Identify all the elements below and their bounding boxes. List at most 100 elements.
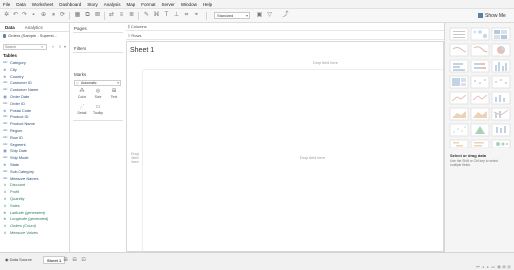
field-city[interactable]: ⊕ City	[3, 67, 69, 74]
field-longitude-generated[interactable]: ⊕ Longitude (generated)	[3, 216, 69, 223]
field-state[interactable]: ⊕ State	[3, 162, 69, 169]
field-order-id[interactable]: Abc Order ID	[3, 101, 69, 108]
field-product-id[interactable]: Abc Product ID	[3, 114, 69, 121]
new-dashboard-icon[interactable]: ⊟	[71, 256, 78, 264]
field-profit[interactable]: # Profit	[3, 189, 69, 196]
row-drop-area[interactable]: Drop field here	[128, 70, 143, 251]
column-drop-area[interactable]: Drop field here	[143, 56, 443, 70]
field-quantity[interactable]: # Quantity	[3, 196, 69, 203]
filter-fields-icon[interactable]: ▿	[52, 44, 54, 49]
show-tabs-icon[interactable]: ▥	[507, 265, 511, 269]
tooltip-button[interactable]: ▭ Tooltip	[90, 104, 106, 118]
field-category[interactable]: Abc Category	[3, 60, 69, 67]
marks-shelf[interactable]	[73, 120, 123, 140]
show-cards-icon[interactable]: ▣	[256, 12, 263, 19]
color-label: Color	[77, 95, 87, 99]
sheet-title[interactable]: Sheet 1	[130, 47, 154, 54]
data-source-tab[interactable]: ◉ Data Source	[2, 256, 35, 264]
columns-icon: ⫼	[128, 24, 130, 29]
duplicate-sheet-icon[interactable]: ⧉	[84, 12, 91, 19]
rows-drop-zone[interactable]	[166, 32, 444, 40]
menu-file[interactable]: File	[3, 2, 10, 7]
field-customer-id[interactable]: Abc Customer ID	[3, 80, 69, 87]
menu-worksheet[interactable]: Worksheet	[32, 2, 53, 7]
redo-icon[interactable]: ↷	[21, 12, 28, 19]
sort-descending-icon[interactable]: ≣	[128, 12, 135, 19]
share-icon[interactable]: ⤴	[282, 12, 289, 19]
new-data-source-icon[interactable]: ⊕	[40, 12, 47, 19]
field-orders-count[interactable]: # Orders (Count)	[3, 223, 69, 230]
new-story-icon[interactable]: ⊡	[80, 256, 87, 264]
field-discount[interactable]: # Discount	[3, 182, 69, 189]
show-sheet-sorter-icon[interactable]: ▤	[502, 265, 506, 269]
menu-help[interactable]: Help	[203, 2, 212, 7]
run-update-icon[interactable]: ⟳	[59, 12, 66, 19]
field-label: Quantity	[10, 195, 25, 201]
show-me-button[interactable]: Show Me	[478, 12, 510, 21]
tableau-logo-icon[interactable]: ✲	[3, 12, 10, 19]
new-worksheet-icon[interactable]: ⊞	[62, 256, 69, 264]
next-sheet-icon[interactable]: ▸	[486, 265, 490, 269]
last-sheet-icon[interactable]: ⏭	[491, 265, 495, 269]
fit-select[interactable]: Standard ▾	[214, 12, 250, 19]
show-filmstrip-icon[interactable]: ▦	[497, 265, 501, 269]
undo-icon[interactable]: ↶	[12, 12, 19, 19]
text-button[interactable]: ⊞ Text	[106, 88, 122, 102]
pin-icon[interactable]: ⌖	[193, 12, 200, 19]
field-row-id[interactable]: Abc Row ID	[3, 135, 69, 142]
menu-data[interactable]: Data	[16, 2, 26, 7]
columns-drop-zone[interactable]	[166, 23, 444, 31]
menu-format[interactable]: Format	[141, 2, 155, 7]
tab-analytics[interactable]: Analytics	[20, 23, 48, 31]
field-sales[interactable]: # Sales	[3, 203, 69, 210]
highlight-icon[interactable]: ✎	[143, 12, 150, 19]
menu-story[interactable]: Story	[87, 2, 98, 7]
scatter-plot-thumbnail	[449, 123, 469, 137]
field-order-date[interactable]: ▦ Order Date	[3, 94, 69, 101]
menu-dashboard[interactable]: Dashboard	[59, 2, 81, 7]
field-postal-code[interactable]: ⊕ Postal Code	[3, 108, 69, 115]
menu-map[interactable]: Map	[127, 2, 136, 7]
field-country[interactable]: ⊕ Country	[3, 74, 69, 81]
save-icon[interactable]: ▪	[30, 12, 37, 19]
side-by-side-bars-thumbnail	[491, 59, 511, 73]
field-measure-values[interactable]: # Measure Values	[3, 230, 69, 237]
field-measure-names[interactable]: Abc Measure Names	[3, 176, 69, 183]
size-button[interactable]: ◎ Size	[90, 88, 106, 102]
datasource-item[interactable]: Orders (Sample - Superst...	[0, 32, 69, 40]
field-segment[interactable]: Abc Segment	[3, 142, 69, 149]
color-button[interactable]: ⁂ Color	[74, 88, 90, 102]
view-options-icon[interactable]: ≡	[59, 44, 61, 49]
pause-updates-icon[interactable]: ⏸	[50, 12, 57, 19]
tab-data[interactable]: Data	[0, 23, 20, 31]
field-product-name[interactable]: Abc Product Name	[3, 121, 69, 128]
pages-shelf[interactable]	[73, 32, 123, 42]
field-customer-name[interactable]: Abc Customer Name	[3, 87, 69, 94]
field-region[interactable]: Abc Region	[3, 128, 69, 135]
detail-button[interactable]: ⋰ Detail	[74, 104, 90, 118]
field-label: Row ID	[10, 134, 23, 140]
clear-sheet-icon[interactable]: ⊠	[94, 12, 101, 19]
fix-axes-icon[interactable]: ⊥	[173, 12, 180, 19]
new-worksheet-icon[interactable]: ▦	[74, 12, 81, 19]
number-type-icon: #	[4, 196, 6, 201]
tooltip-icon[interactable]: ▽	[266, 12, 273, 19]
format-workbook-icon[interactable]: ⌗	[183, 12, 190, 19]
field-latitude-generated[interactable]: ⊕ Latitude (generated)	[3, 210, 69, 217]
field-sub-category[interactable]: Abc Sub-Category	[3, 169, 69, 176]
sort-ascending-icon[interactable]: ≡	[118, 12, 125, 19]
chevron-down-icon[interactable]: ▾	[64, 44, 66, 49]
swap-rows-columns-icon[interactable]: ⇄	[108, 12, 115, 19]
group-members-icon[interactable]: ⌘	[153, 12, 160, 19]
filters-shelf[interactable]	[73, 52, 123, 68]
mark-type-select[interactable]: ◇ Automatic ▾	[74, 80, 121, 86]
menu-analysis[interactable]: Analysis	[104, 2, 121, 7]
field-ship-mode[interactable]: Abc Ship Mode	[3, 155, 69, 162]
first-sheet-icon[interactable]: ⏮	[476, 265, 480, 269]
search-icon: ⌕	[41, 44, 44, 49]
field-ship-date[interactable]: ▦ Ship Date	[3, 148, 69, 155]
show-mark-labels-icon[interactable]: T	[163, 12, 170, 19]
menu-server[interactable]: Server	[162, 2, 175, 7]
menu-window[interactable]: Window	[181, 2, 197, 7]
previous-sheet-icon[interactable]: ◂	[481, 265, 485, 269]
